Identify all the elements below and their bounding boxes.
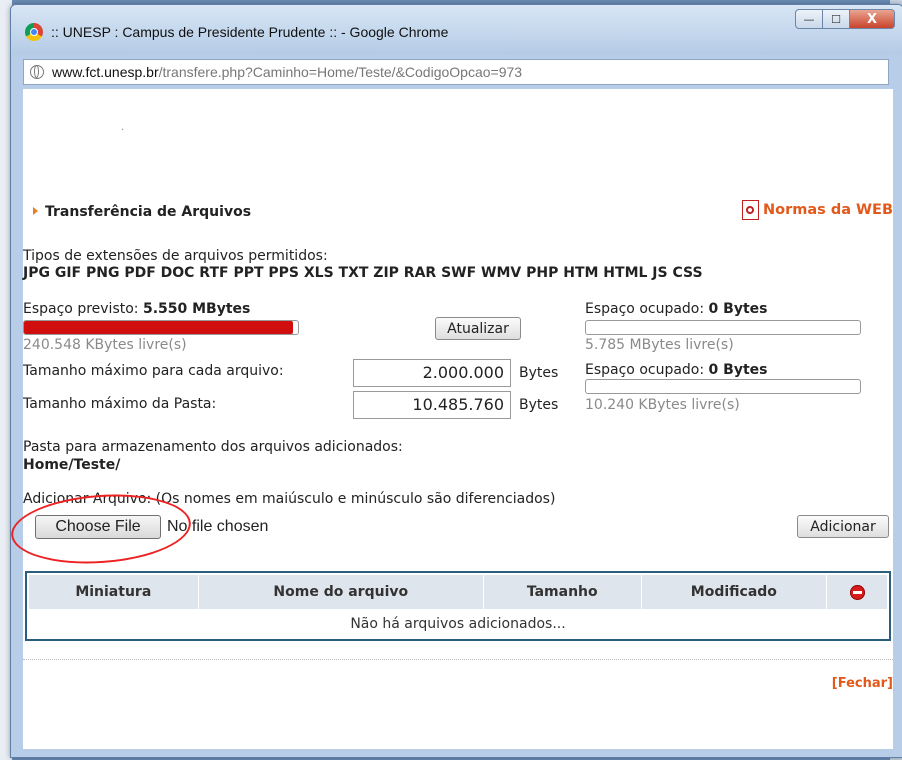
tam-pasta-field[interactable]: 10.485.760 [353, 391, 511, 419]
globe-icon [30, 65, 44, 79]
column-header-miniatura[interactable]: Miniatura [29, 575, 199, 609]
normas-link-text: Normas da WEB [763, 202, 893, 218]
espaco-previsto: Espaço previsto: 5.550 MBytes [23, 301, 250, 317]
adicionar-button[interactable]: Adicionar [797, 515, 889, 538]
tam-arquivo-field[interactable]: 2.000.000 [353, 359, 511, 387]
stray-dot: · [121, 125, 125, 136]
pasta-value: Home/Teste/ [23, 457, 121, 473]
section-title: Transferência de Arquivos [33, 204, 251, 220]
bullet-arrow-icon [33, 207, 38, 215]
table-empty-row: Não há arquivos adicionados... [350, 616, 566, 632]
pasta-label: Pasta para armazenamento dos arquivos ad… [23, 439, 403, 455]
dotted-divider [23, 659, 893, 660]
column-header-tamanho[interactable]: Tamanho [484, 575, 642, 609]
adicionar-label: Adicionar Arquivo: (Os nomes em maiúscul… [23, 491, 556, 507]
title-bar[interactable]: :: UNESP : Campus de Presidente Prudente… [11, 5, 902, 55]
section-title-text: Transferência de Arquivos [45, 204, 252, 220]
espaco-previsto-value: 5.550 MBytes [142, 301, 251, 317]
chrome-popup-window: :: UNESP : Campus de Presidente Prudente… [10, 4, 902, 758]
espaco-ocupado-2-value: 0 Bytes [708, 362, 768, 378]
espaco-previsto-bar [23, 320, 299, 335]
extensions-label: Tipos de extensões de arquivos permitido… [23, 248, 328, 264]
window-title: :: UNESP : Campus de Presidente Prudente… [51, 24, 449, 40]
files-table: Miniatura Nome do arquivo Tamanho Modifi… [25, 571, 891, 641]
page-content: · Transferência de Arquivos Normas da WE… [11, 89, 893, 749]
window-controls: — ☐ X [795, 9, 895, 29]
column-header-nome[interactable]: Nome do arquivo [199, 575, 484, 609]
ocupado-2-livre: 10.240 KBytes livre(s) [585, 397, 740, 413]
extensions-list: JPG GIF PNG PDF DOC RTF PPT PPS XLS TXT … [23, 265, 703, 281]
choose-file-button[interactable]: Choose File [35, 515, 161, 539]
address-bar[interactable]: www.fct.unesp.br/transfere.php?Caminho=H… [23, 59, 889, 85]
table-header-row: Miniatura Nome do arquivo Tamanho Modifi… [29, 575, 887, 609]
close-button[interactable]: X [849, 9, 895, 29]
espaco-ocupado-1-bar [585, 320, 861, 335]
atualizar-button[interactable]: Atualizar [435, 317, 521, 340]
maximize-button[interactable]: ☐ [822, 9, 850, 29]
bytes-unit-1: Bytes [519, 365, 559, 381]
bytes-unit-2: Bytes [519, 397, 559, 413]
column-header-modificado[interactable]: Modificado [642, 575, 828, 609]
espaco-ocupado-2-bar [585, 379, 861, 394]
espaco-ocupado-1: Espaço ocupado: 0 Bytes [585, 301, 767, 317]
url-path: /transfere.php?Caminho=Home/Teste/&Codig… [158, 64, 523, 80]
espaco-ocupado-2-label: Espaço ocupado: [585, 362, 705, 378]
column-header-delete [827, 575, 887, 609]
espaco-previsto-label: Espaço previsto: [23, 301, 139, 317]
normas-da-web-link[interactable]: Normas da WEB [742, 200, 893, 220]
pdf-icon [742, 200, 760, 220]
previsto-livre: 240.548 KBytes livre(s) [23, 337, 187, 353]
url-text[interactable]: www.fct.unesp.br/transfere.php?Caminho=H… [52, 64, 522, 80]
no-file-chosen-text: No file chosen [167, 518, 269, 535]
tam-pasta-label: Tamanho máximo da Pasta: [23, 396, 217, 412]
ocupado-1-livre: 5.785 MBytes livre(s) [585, 337, 734, 353]
espaco-ocupado-1-label: Espaço ocupado: [585, 301, 705, 317]
espaco-ocupado-2: Espaço ocupado: 0 Bytes [585, 362, 767, 378]
espaco-previsto-bar-fill [24, 321, 293, 334]
tam-arquivo-label: Tamanho máximo para cada arquivo: [23, 363, 284, 379]
url-host: www.fct.unesp.br [52, 64, 159, 80]
delete-all-icon[interactable] [849, 584, 865, 600]
chrome-logo-icon [25, 23, 43, 41]
fechar-link[interactable]: [Fechar] [832, 676, 893, 691]
minimize-button[interactable]: — [795, 9, 823, 29]
espaco-ocupado-1-value: 0 Bytes [708, 301, 768, 317]
